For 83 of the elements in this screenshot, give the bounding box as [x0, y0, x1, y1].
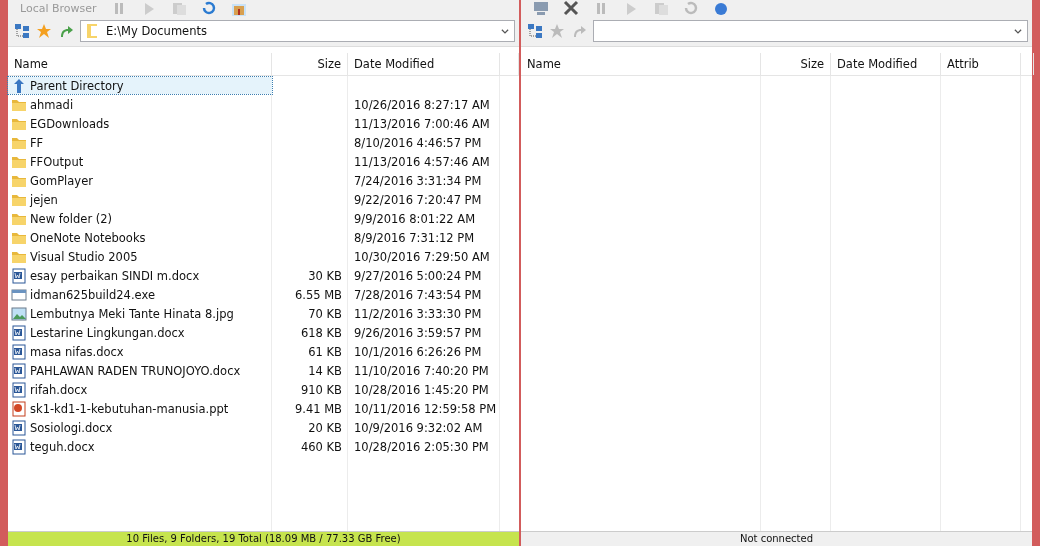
file-name-cell[interactable]: EGDownloads	[8, 115, 272, 132]
file-name-cell[interactable]: sk1-kd1-1-kebutuhan-manusia.ppt	[8, 400, 272, 417]
date-modified-cell-text: 10/9/2016 9:32:02 AM	[353, 420, 484, 435]
column-header[interactable]: Name	[521, 53, 761, 75]
application-icon	[11, 286, 27, 303]
column-header[interactable]: Date Modified	[348, 53, 500, 75]
file-size-cell-text: 14 KB	[307, 363, 343, 378]
path-field[interactable]: E:\My Documents	[80, 20, 515, 42]
file-name-cell[interactable]: Lembutnya Meki Tante Hinata 8.jpg	[8, 305, 272, 322]
file-size-cell-text: 9.41 MB	[293, 401, 343, 416]
date-modified-cell-text: 7/28/2016 7:43:54 PM	[353, 287, 483, 302]
date-modified-cell-text: 7/24/2016 3:31:34 PM	[353, 173, 483, 188]
pane-title: Local Browser	[20, 2, 97, 16]
image-icon	[11, 305, 27, 322]
column-header[interactable]: Attrib	[941, 53, 1021, 75]
file-name-cell[interactable]: Parent Directory	[8, 77, 272, 94]
file-size-cell-text: 61 KB	[307, 344, 343, 359]
word-document-icon	[11, 419, 27, 436]
date-modified-cell-text: 8/10/2016 4:46:57 PM	[353, 135, 483, 150]
file-size-cell-text: 460 KB	[299, 439, 343, 454]
refresh-icon	[683, 0, 699, 16]
file-name-cell[interactable]: idman625build24.exe	[8, 286, 272, 303]
computer-icon	[533, 0, 549, 16]
word-document-icon	[11, 343, 27, 360]
word-document-icon	[11, 362, 27, 379]
file-name-cell[interactable]: Visual Studio 2005	[8, 248, 272, 265]
up-folder-icon	[571, 23, 587, 39]
word-document-icon	[11, 267, 27, 284]
powerpoint-icon	[11, 400, 27, 417]
date-modified-cell-text: 10/30/2016 7:29:50 AM	[353, 249, 491, 264]
date-modified-cell-text: 11/10/2016 7:40:20 PM	[353, 363, 490, 378]
file-name-cell[interactable]: rifah.docx	[8, 381, 272, 398]
file-name-cell[interactable]: esay perbaikan SINDI m.docx	[8, 267, 272, 284]
path-field[interactable]	[593, 20, 1028, 42]
file-size-cell-text: 70 KB	[307, 306, 343, 321]
date-modified-cell-text: 10/11/2016 12:59:58 PM	[353, 401, 498, 416]
file-name-cell[interactable]: OneNote Notebooks	[8, 229, 272, 246]
word-document-icon	[11, 324, 27, 341]
file-size-cell-text: 910 KB	[299, 382, 343, 397]
date-modified-cell-text: 11/13/2016 7:00:46 AM	[353, 116, 491, 131]
column-header[interactable]: Name	[8, 53, 272, 75]
star-icon	[549, 23, 565, 39]
file-name-cell[interactable]: GomPlayer	[8, 172, 272, 189]
column-header[interactable]: Size	[761, 53, 831, 75]
file-name-cell[interactable]: masa nifas.docx	[8, 343, 272, 360]
date-modified-cell-text: 9/22/2016 7:20:47 PM	[353, 192, 483, 207]
folder-tree-icon	[527, 23, 543, 39]
column-header[interactable]: Date Modified	[831, 53, 941, 75]
file-size-cell-text: 30 KB	[307, 268, 343, 283]
date-modified-cell-text: 11/13/2016 4:57:46 AM	[353, 154, 491, 169]
file-name-cell[interactable]: Sosiologi.docx	[8, 419, 272, 436]
date-modified-cell-text: 9/26/2016 3:59:57 PM	[353, 325, 483, 340]
file-size-cell-text: 618 KB	[299, 325, 343, 340]
file-name-cell[interactable]: FFOutput	[8, 153, 272, 170]
file-size-cell-text: 20 KB	[307, 420, 343, 435]
column-header[interactable]: Size	[272, 53, 348, 75]
up-folder-icon	[58, 23, 74, 39]
star-icon	[36, 23, 52, 39]
refresh-icon	[200, 0, 217, 16]
date-modified-cell-text: 10/26/2016 8:27:17 AM	[353, 97, 491, 112]
word-document-icon	[11, 438, 27, 455]
file-name-cell[interactable]: FF	[8, 134, 272, 151]
file-name-cell[interactable]: New folder (2)	[8, 210, 272, 227]
date-modified-cell-text: 10/28/2016 2:05:30 PM	[353, 439, 490, 454]
close-icon	[563, 0, 579, 16]
dropdown-caret-icon	[1013, 26, 1023, 36]
folder-tree-icon	[14, 23, 30, 39]
status-bar: Not connected	[521, 531, 1032, 546]
date-modified-cell-text: 9/9/2016 8:01:22 AM	[353, 211, 477, 226]
date-modified-cell-text: 8/9/2016 7:31:12 PM	[353, 230, 476, 245]
dropdown-caret-icon	[500, 26, 510, 36]
status-bar: 10 Files, 9 Folders, 19 Total (18.09 MB / 77.33 GB Free)	[8, 531, 519, 546]
file-name-cell[interactable]: ahmadi	[8, 96, 272, 113]
file-size-cell-text: 6.55 MB	[293, 287, 343, 302]
word-document-icon	[11, 381, 27, 398]
date-modified-cell-text: 10/28/2016 1:45:20 PM	[353, 382, 490, 397]
date-modified-cell-text: 10/1/2016 6:26:26 PM	[353, 344, 483, 359]
file-name-cell[interactable]: PAHLAWAN RADEN TRUNOJOYO.docx	[8, 362, 272, 379]
date-modified-cell-text: 9/27/2016 5:00:24 PM	[353, 268, 483, 283]
file-name-cell[interactable]: jejen	[8, 191, 272, 208]
date-modified-cell-text: 11/2/2016 3:33:30 PM	[353, 306, 483, 321]
file-name-cell[interactable]: teguh.docx	[8, 438, 272, 455]
file-name-cell[interactable]: Lestarine Lingkungan.docx	[8, 324, 272, 341]
